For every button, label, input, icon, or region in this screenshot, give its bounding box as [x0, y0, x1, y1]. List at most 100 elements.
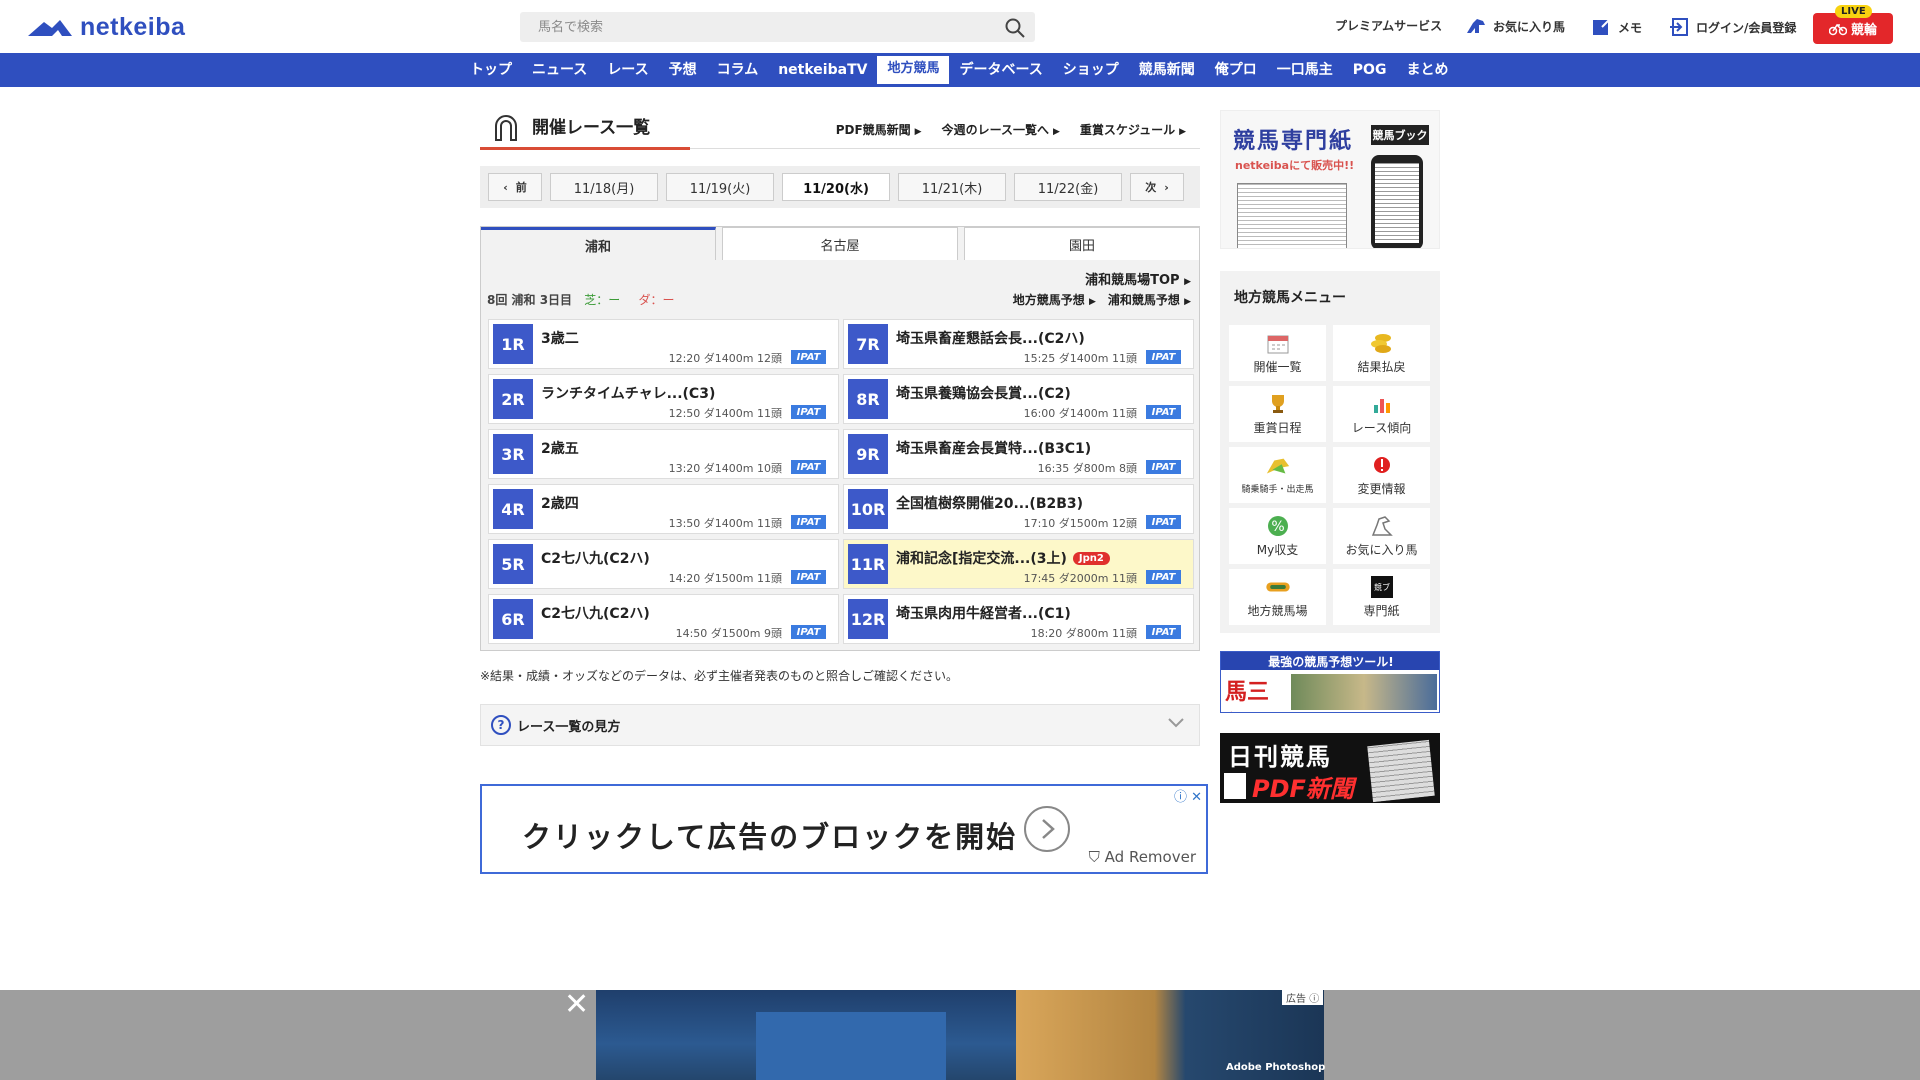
race-name: 3歳二 [541, 331, 579, 347]
race-item[interactable]: 9R 埼玉県畜産会長賞特...(B3C1) 16:35 ダ800m 8頭 IPA… [843, 429, 1194, 479]
urawa-yoso-link[interactable]: 浦和競馬予想 ▶ [1108, 291, 1191, 308]
ipat-badge[interactable]: IPAT [791, 515, 826, 529]
gnav-item-database[interactable]: データベース [949, 53, 1052, 87]
search-icon[interactable] [1005, 18, 1025, 38]
prev-date-button[interactable]: ‹ 前 [488, 173, 542, 201]
menu-title: 地方競馬メニュー [1234, 290, 1346, 306]
menu-item-henko[interactable]: 変更情報 [1333, 447, 1430, 503]
race-info: 12:20 ダ1400m 12頭 [668, 352, 782, 365]
section-links: PDF競馬新聞 ▶ 今週のレース一覧へ ▶ 重賞スケジュール ▶ [836, 121, 1186, 138]
date-tab[interactable]: 11/18(月) [550, 173, 658, 201]
chiho-yoso-link[interactable]: 地方競馬予想 ▶ [1013, 291, 1096, 308]
gnav-item-pog[interactable]: POG [1343, 53, 1397, 87]
netkeiba-logo[interactable]: netkeiba [28, 13, 185, 42]
weekly-races-link[interactable]: 今週のレース一覧へ ▶ [942, 121, 1060, 138]
tab-urawa[interactable]: 浦和 [481, 227, 716, 260]
howto-accordion[interactable]: ? レース一覧の見方 [480, 704, 1200, 746]
gnav-item-top[interactable]: トップ [460, 53, 522, 87]
race-number: 5R [493, 544, 533, 584]
login-link[interactable]: ログイン/会員登録 [1670, 17, 1796, 37]
menu-label: 結果払戻 [1357, 359, 1406, 374]
umasaburo-banner[interactable]: 最強の競馬予想ツール! 馬三郎 [1220, 651, 1440, 713]
ad-label: 広告 ⓘ [1282, 990, 1324, 1005]
track-top-link[interactable]: 浦和競馬場TOP ▶ [1085, 269, 1191, 288]
date-tab[interactable]: 11/21(木) [898, 173, 1006, 201]
race-item[interactable]: 5R C2七八九(C2ハ) 14:20 ダ1500m 11頭 IPAT [488, 539, 839, 589]
favorite-horse-link[interactable]: お気に入り馬 [1465, 17, 1565, 35]
menu-item-jusho[interactable]: 重賞日程 [1229, 386, 1326, 442]
race-name-text: 浦和記念[指定交流...(3上) [896, 551, 1067, 567]
gnav-item-shinbun[interactable]: 競馬新聞 [1129, 53, 1205, 87]
gnav-item-shop[interactable]: ショップ [1053, 53, 1129, 87]
meeting-info: 浦和競馬場TOP ▶ 8回 浦和 3日目 芝：ー ダ：ー 地方競馬予想 ▶ 浦和… [481, 261, 1199, 319]
pdf-icon [1224, 773, 1246, 799]
race-item[interactable]: 2R ランチタイムチャレ...(C3) 12:50 ダ1400m 11頭 IPA… [488, 374, 839, 424]
menu-item-kaisai[interactable]: 開催一覧 [1229, 325, 1326, 381]
gnav-item-netkeibatv[interactable]: netkeibaTV [768, 53, 877, 87]
race-name: 埼玉県畜産懇話会長...(C2ハ) [896, 331, 1085, 347]
race-item[interactable]: 1R 3歳二 12:20 ダ1400m 12頭 IPAT [488, 319, 839, 369]
ipat-badge[interactable]: IPAT [1146, 405, 1181, 419]
tab-nagoya[interactable]: 名古屋 [722, 227, 958, 260]
graded-schedule-link[interactable]: 重賞スケジュール ▶ [1080, 121, 1186, 138]
menu-item-myshushi[interactable]: % My収支 [1229, 508, 1326, 564]
race-name: C2七八九(C2ハ) [541, 551, 650, 567]
date-tab[interactable]: 11/19(火) [666, 173, 774, 201]
track-top-label: 浦和競馬場TOP [1085, 273, 1180, 288]
nikkan-keiba-banner[interactable]: 日刊競馬 PDF新聞 [1220, 733, 1440, 803]
graded-schedule-label: 重賞スケジュール [1079, 123, 1176, 137]
menu-item-keiko[interactable]: レース傾向 [1333, 386, 1430, 442]
race-item[interactable]: 3R 2歳五 13:20 ダ1400m 10頭 IPAT [488, 429, 839, 479]
menu-item-kekka[interactable]: 結果払戻 [1333, 325, 1430, 381]
ipat-badge[interactable]: IPAT [1146, 570, 1181, 584]
race-info: 13:20 ダ1400m 10頭 [668, 462, 782, 475]
chevron-down-icon [1168, 718, 1184, 728]
gnav-item-yoso[interactable]: 予想 [659, 53, 707, 87]
ipat-badge[interactable]: IPAT [1146, 515, 1181, 529]
banner1-tag: 競馬ブック [1371, 125, 1429, 145]
menu-item-okiniiri[interactable]: お気に入り馬 [1333, 508, 1430, 564]
gnav-item-column[interactable]: コラム [707, 53, 769, 87]
ad-banner[interactable]: クリックして広告のブロックを開始 ⛉ Ad Remover ⓘ ✕ [480, 784, 1208, 874]
close-icon[interactable]: ✕ [564, 990, 589, 1020]
race-item[interactable]: 12R 埼玉県肉用牛経営者...(C1) 18:20 ダ800m 11頭 IPA… [843, 594, 1194, 644]
login-icon [1670, 18, 1688, 36]
ipat-badge[interactable]: IPAT [1146, 350, 1181, 364]
race-item[interactable]: 8R 埼玉県養鶏協会長賞...(C2) 16:00 ダ1400m 11頭 IPA… [843, 374, 1194, 424]
race-item-featured[interactable]: 11R 浦和記念[指定交流...(3上) Jpn2 17:45 ダ2000m 11… [843, 539, 1194, 589]
ipat-badge[interactable]: IPAT [791, 405, 826, 419]
trophy-icon [1265, 393, 1291, 415]
date-tab-selected[interactable]: 11/20(水) [782, 173, 890, 201]
memo-link[interactable]: メモ [1592, 17, 1642, 37]
race-item[interactable]: 6R C2七八九(C2ハ) 14:50 ダ1500m 9頭 IPAT [488, 594, 839, 644]
gnav-item-orepro[interactable]: 俺プロ [1205, 53, 1267, 87]
gnav-item-matome[interactable]: まとめ [1396, 53, 1458, 87]
date-tab[interactable]: 11/22(金) [1014, 173, 1122, 201]
menu-item-keibajo[interactable]: 地方競馬場 [1229, 569, 1326, 625]
keiba-book-banner[interactable]: 競馬専門紙 競馬ブック netkeibaにて販売中!! [1220, 110, 1440, 249]
tab-sonoda[interactable]: 園田 [964, 227, 1199, 260]
ipat-badge[interactable]: IPAT [791, 570, 826, 584]
bottom-ad-image[interactable] [596, 990, 1324, 1080]
ipat-badge[interactable]: IPAT [791, 460, 826, 474]
menu-item-senmonshi[interactable]: 競ブ 専門紙 [1333, 569, 1430, 625]
ipat-badge[interactable]: IPAT [1146, 460, 1181, 474]
keirin-label: 競輪 [1850, 23, 1877, 38]
pdf-shinbun-link[interactable]: PDF競馬新聞 ▶ [836, 121, 922, 138]
search-input[interactable] [520, 12, 980, 42]
gnav-item-chiho[interactable]: 地方競馬 [877, 56, 950, 84]
race-item[interactable]: 4R 2歳四 13:50 ダ1400m 11頭 IPAT [488, 484, 839, 534]
newspaper-image [1237, 183, 1347, 248]
gnav-item-race[interactable]: レース [597, 53, 658, 87]
ad-close-icon[interactable]: ⓘ ✕ [1174, 786, 1202, 805]
premium-service-link[interactable]: プレミアムサービス [1335, 17, 1442, 34]
race-item[interactable]: 7R 埼玉県畜産懇話会長...(C2ハ) 15:25 ダ1400m 11頭 IP… [843, 319, 1194, 369]
race-item[interactable]: 10R 全国植樹祭開催20...(B2B3) 17:10 ダ1500m 12頭 … [843, 484, 1194, 534]
ipat-badge[interactable]: IPAT [791, 350, 826, 364]
menu-item-kijo[interactable]: 騎乗騎手・出走馬 [1229, 447, 1326, 503]
gnav-item-news[interactable]: ニュース [522, 53, 597, 87]
gnav-item-hitokuchi[interactable]: 一口馬主 [1267, 53, 1343, 87]
next-date-button[interactable]: 次 › [1130, 173, 1184, 201]
ipat-badge[interactable]: IPAT [1146, 625, 1181, 639]
ipat-badge[interactable]: IPAT [791, 625, 826, 639]
